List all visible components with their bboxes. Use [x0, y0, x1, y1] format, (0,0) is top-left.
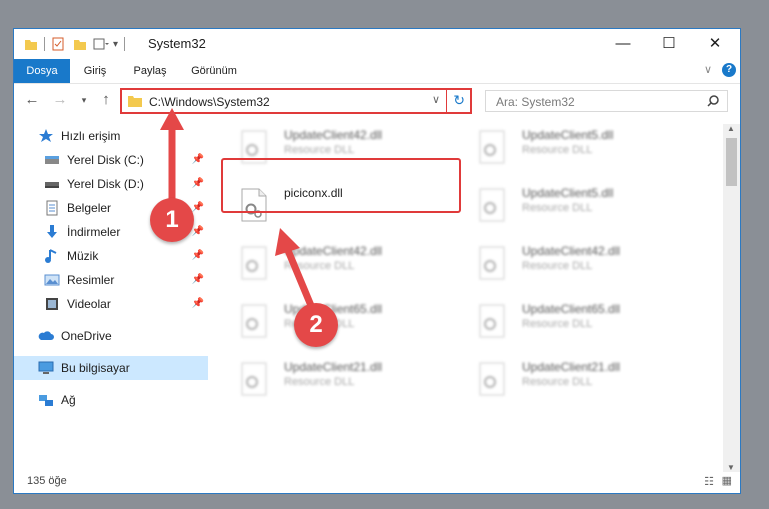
annotation-arrows [160, 108, 316, 310]
step-1-badge: 1 [150, 198, 194, 242]
step-2-badge: 2 [294, 303, 338, 347]
